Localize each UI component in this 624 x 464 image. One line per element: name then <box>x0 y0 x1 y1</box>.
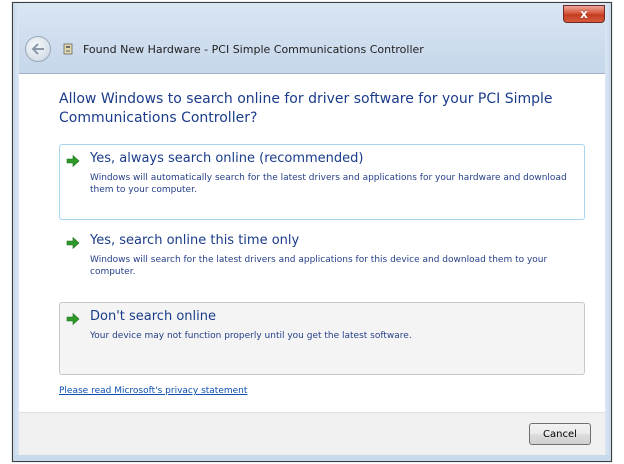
back-button[interactable] <box>25 36 51 62</box>
option-description: Your device may not function properly un… <box>90 331 412 341</box>
green-arrow-icon <box>66 236 80 250</box>
option-title: Don't search online <box>90 309 216 324</box>
privacy-statement-link[interactable]: Please read Microsoft's privacy statemen… <box>59 386 247 396</box>
close-button[interactable]: x <box>563 5 605 23</box>
back-arrow-icon <box>31 43 44 55</box>
option-always-search-online[interactable]: Yes, always search online (recommended) … <box>59 144 585 220</box>
hardware-device-icon <box>61 42 75 56</box>
green-arrow-icon <box>66 154 80 168</box>
option-title: Yes, search online this time only <box>90 233 300 248</box>
close-icon: x <box>580 7 588 21</box>
window-frame-right <box>605 3 611 461</box>
title-bar: Found New Hardware - PCI Simple Communic… <box>19 31 605 67</box>
option-description: Windows will automatically search for th… <box>90 173 567 195</box>
dialog-content: Allow Windows to search online for drive… <box>19 74 605 413</box>
found-new-hardware-window: x Found New Hardware - PCI Simple Commun… <box>12 2 612 462</box>
dialog-footer: Cancel <box>19 412 605 455</box>
green-arrow-icon <box>66 312 80 326</box>
option-search-online-this-time[interactable]: Yes, search online this time only Window… <box>59 226 585 296</box>
cancel-button[interactable]: Cancel <box>529 423 591 445</box>
window-title: Found New Hardware - PCI Simple Communic… <box>83 42 424 56</box>
window-frame-bottom <box>13 455 611 461</box>
option-description: Windows will search for the latest drive… <box>90 255 548 277</box>
option-dont-search-online[interactable]: Don't search online Your device may not … <box>59 302 585 375</box>
page-question: Allow Windows to search online for drive… <box>59 91 553 126</box>
option-title: Yes, always search online (recommended) <box>90 151 364 166</box>
